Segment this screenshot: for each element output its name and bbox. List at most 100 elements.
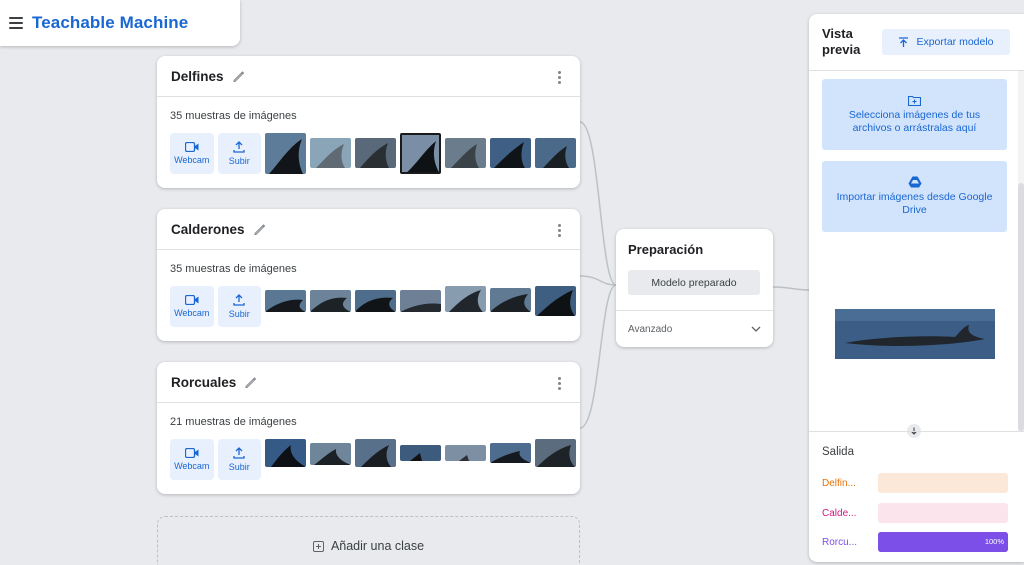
preview-panel: Vista previa Exportar modelo Selecciona … (809, 14, 1024, 562)
class-card-calderones: Calderones 35 muestras de imágenes Webca… (157, 209, 580, 341)
train-model-button[interactable]: Modelo preparado (628, 270, 760, 295)
class-card-rorcuales: Rorcuales 21 muestras de imágenes Webcam… (157, 362, 580, 494)
camera-icon (184, 142, 199, 152)
sample-thumbnail[interactable] (400, 290, 441, 312)
sample-thumbnail[interactable] (265, 439, 306, 467)
add-class-button[interactable]: Añadir una clase (157, 516, 580, 565)
sample-thumbnail[interactable] (490, 288, 531, 312)
more-options-icon[interactable] (557, 71, 561, 84)
advanced-toggle[interactable]: Avanzado (616, 310, 773, 347)
output-label: Calde... (822, 507, 857, 519)
output-row: Calde... (822, 503, 1012, 523)
class-card-body: 35 muestras de imágenes Webcam Subir (157, 263, 580, 327)
upload-button[interactable]: Subir (217, 439, 261, 480)
class-name[interactable]: Calderones (171, 222, 245, 237)
upload-label: Subir (228, 156, 250, 166)
class-card-body: 21 muestras de imágenes Webcam Subir (157, 416, 580, 480)
output-title: Salida (822, 446, 854, 458)
output-section: Salida Delfin... Calde... Rorcu... 100% (809, 431, 1024, 562)
sample-count: 35 muestras de imágenes (170, 110, 297, 122)
class-card-header: Delfines (157, 56, 580, 97)
class-name[interactable]: Delfines (171, 69, 224, 84)
upload-label: Subir (228, 309, 250, 319)
export-model-button[interactable]: Exportar modelo (882, 29, 1010, 55)
webcam-button[interactable]: Webcam (170, 286, 214, 327)
folder-add-icon (908, 95, 921, 106)
export-label: Exportar modelo (916, 36, 994, 48)
pencil-icon[interactable] (253, 222, 267, 236)
upload-button[interactable]: Subir (217, 286, 261, 327)
class-card-header: Rorcuales (157, 362, 580, 403)
output-bar (878, 503, 1008, 523)
sample-thumbnail[interactable] (400, 445, 441, 461)
sample-thumbnail[interactable] (265, 290, 306, 312)
preview-header: Vista previa Exportar modelo (809, 14, 1024, 71)
sample-thumbnail[interactable] (490, 138, 531, 168)
output-bar: 100% (878, 532, 1008, 552)
output-row: Rorcu... 100% (822, 532, 1012, 552)
training-card: Preparación Modelo preparado Avanzado (616, 229, 773, 347)
class-card-delfines: Delfines 35 muestras de imágenes Webcam … (157, 56, 580, 188)
sample-thumbnail[interactable] (355, 290, 396, 312)
app-header: Teachable Machine (0, 0, 240, 46)
preview-scrollbar-thumb[interactable] (1018, 183, 1024, 431)
chevron-down-icon (751, 326, 761, 332)
google-drive-icon (908, 176, 921, 188)
sample-thumbnail[interactable] (265, 133, 306, 174)
class-name[interactable]: Rorcuales (171, 375, 236, 390)
app-title[interactable]: Teachable Machine (32, 13, 188, 33)
sample-thumbnail[interactable] (535, 439, 576, 467)
sample-thumbnail[interactable] (310, 138, 351, 168)
google-drive-label: Importar imágenes desde Google Drive (836, 191, 993, 216)
sample-count: 35 muestras de imágenes (170, 263, 297, 275)
webcam-button[interactable]: Webcam (170, 133, 214, 174)
pencil-icon[interactable] (244, 375, 258, 389)
menu-icon[interactable] (9, 17, 23, 29)
upload-icon (233, 447, 245, 459)
camera-icon (184, 295, 199, 305)
sample-thumbnail[interactable] (355, 439, 396, 467)
add-class-label: Añadir una clase (330, 539, 425, 553)
preview-title: Vista previa (822, 26, 861, 57)
output-label: Delfin... (822, 477, 856, 489)
upload-icon (233, 141, 245, 153)
sample-thumbnails (265, 133, 580, 174)
training-title: Preparación (628, 242, 704, 257)
sample-count: 21 muestras de imágenes (170, 416, 297, 428)
sample-thumbnail[interactable] (355, 138, 396, 168)
webcam-label: Webcam (174, 461, 210, 471)
file-drop-zone[interactable]: Selecciona imágenes de tus archivos o ar… (822, 79, 1007, 150)
sample-thumbnail[interactable] (445, 445, 486, 461)
sample-thumbnail[interactable] (535, 138, 576, 168)
webcam-label: Webcam (174, 155, 210, 165)
add-box-icon (312, 540, 324, 552)
sample-thumbnail[interactable] (535, 286, 576, 316)
sample-thumbnail[interactable] (310, 443, 351, 465)
preview-scrollbar[interactable] (1018, 71, 1024, 431)
file-drop-label: Selecciona imágenes de tus archivos o ar… (848, 108, 981, 134)
upload-label: Subir (228, 462, 250, 472)
more-options-icon[interactable] (557, 224, 561, 237)
sample-thumbnails (265, 439, 580, 467)
webcam-button[interactable]: Webcam (170, 439, 214, 480)
google-drive-import[interactable]: Importar imágenes desde Google Drive (822, 161, 1007, 232)
upload-icon (899, 36, 909, 47)
upload-icon (233, 294, 245, 306)
preview-body: Selecciona imágenes de tus archivos o ar… (809, 71, 1024, 430)
pencil-icon[interactable] (232, 69, 246, 83)
sample-thumbnail[interactable] (445, 286, 486, 312)
sample-thumbnail[interactable] (445, 138, 486, 168)
sample-thumbnail[interactable] (310, 290, 351, 312)
camera-icon (184, 448, 199, 458)
output-label: Rorcu... (822, 536, 858, 548)
more-options-icon[interactable] (557, 377, 561, 390)
class-card-header: Calderones (157, 209, 580, 250)
upload-button[interactable]: Subir (217, 133, 261, 174)
output-bar (878, 473, 1008, 493)
preview-image (835, 309, 995, 359)
webcam-label: Webcam (174, 308, 210, 318)
sample-thumbnail[interactable] (400, 133, 441, 174)
output-percent: 100% (984, 537, 1004, 546)
sample-thumbnails (265, 286, 580, 316)
sample-thumbnail[interactable] (490, 443, 531, 463)
